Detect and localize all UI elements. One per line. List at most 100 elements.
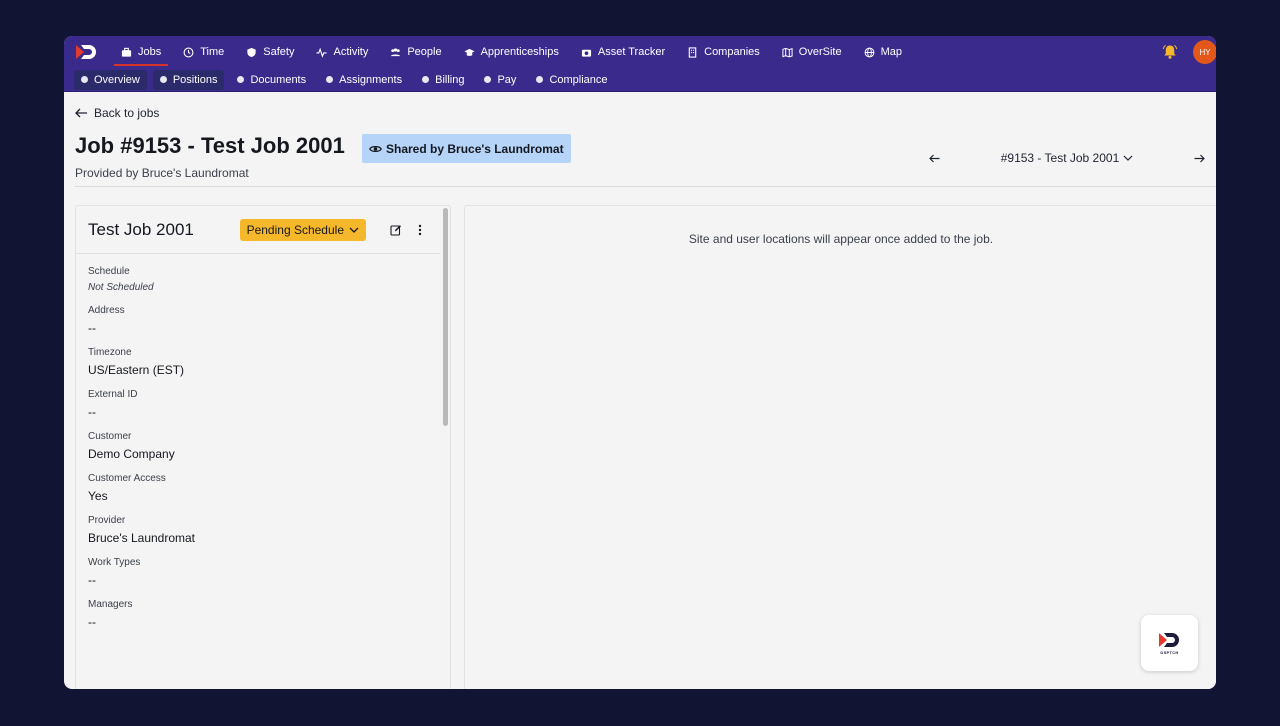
tab-dot-icon bbox=[159, 76, 167, 83]
field-label: Schedule bbox=[88, 266, 130, 277]
tab-overview[interactable]: Overview bbox=[74, 69, 147, 90]
sub-nav: Overview Positions Documents Assignments… bbox=[64, 68, 1216, 92]
nav-label: Companies bbox=[704, 46, 760, 58]
back-label: Back to jobs bbox=[94, 106, 160, 120]
nav-item-activity[interactable]: Activity bbox=[305, 36, 379, 68]
more-options-button[interactable] bbox=[412, 222, 428, 238]
chevron-down-icon bbox=[349, 227, 359, 233]
tab-label: Assignments bbox=[339, 73, 403, 86]
status-label: Pending Schedule bbox=[246, 222, 344, 237]
nav-item-people[interactable]: People bbox=[379, 36, 452, 68]
job-details-panel: Test Job 2001 Pending Schedule Schedule … bbox=[75, 205, 451, 689]
nav-label: OverSite bbox=[798, 46, 842, 58]
field-value: -- bbox=[88, 405, 96, 419]
more-vertical-icon bbox=[418, 224, 422, 235]
nav-right: HY bbox=[1161, 36, 1216, 68]
tab-dot-icon bbox=[536, 76, 544, 83]
nav-label: Time bbox=[200, 46, 225, 58]
tab-billing[interactable]: Billing bbox=[415, 70, 471, 90]
field-label: External ID bbox=[88, 389, 138, 400]
map-empty-message: Site and user locations will appear once… bbox=[688, 232, 994, 246]
building-icon bbox=[688, 46, 697, 58]
field-label: Address bbox=[88, 305, 125, 316]
nav-item-apprenticeships[interactable]: Apprenticeships bbox=[453, 36, 570, 68]
tab-compliance[interactable]: Compliance bbox=[529, 70, 614, 90]
shared-badge: Shared by Bruce's Laundromat bbox=[362, 134, 571, 163]
page-title: Job #9153 - Test Job 2001 bbox=[75, 133, 345, 158]
nav-label: Activity bbox=[333, 46, 369, 58]
shield-icon bbox=[247, 47, 256, 57]
globe-icon bbox=[864, 47, 874, 57]
tab-dot-icon bbox=[484, 76, 492, 83]
tab-dot-icon bbox=[326, 76, 334, 83]
field-label: Customer bbox=[88, 431, 132, 442]
previous-job-button[interactable] bbox=[924, 150, 944, 166]
people-icon bbox=[391, 47, 401, 56]
nav-item-time[interactable]: Time bbox=[172, 36, 235, 68]
field-value: -- bbox=[88, 573, 96, 587]
camera-icon bbox=[581, 49, 591, 57]
tab-label: Documents bbox=[250, 73, 307, 86]
app-logo[interactable] bbox=[64, 36, 110, 68]
arrow-left-icon bbox=[928, 154, 939, 162]
arrow-left-icon bbox=[75, 108, 87, 118]
tab-documents[interactable]: Documents bbox=[230, 70, 313, 90]
tab-dot-icon bbox=[422, 76, 430, 83]
eye-icon bbox=[369, 145, 382, 152]
nav-label: Jobs bbox=[138, 46, 162, 58]
tab-label: Billing bbox=[435, 73, 465, 86]
job-selector-dropdown[interactable]: #9153 - Test Job 2001 bbox=[1001, 151, 1134, 165]
field-label: Work Types bbox=[88, 557, 141, 568]
shared-badge-label: Shared by Bruce's Laundromat bbox=[386, 141, 564, 156]
tab-positions[interactable]: Positions bbox=[152, 69, 225, 90]
panel-scrollbar[interactable] bbox=[443, 208, 448, 426]
field-value: Demo Company bbox=[88, 447, 175, 461]
nav-item-companies[interactable]: Companies bbox=[676, 36, 771, 68]
job-switcher: #9153 - Test Job 2001 bbox=[924, 150, 1210, 166]
tab-dot-icon bbox=[81, 76, 88, 83]
tab-label: Overview bbox=[94, 73, 140, 86]
chevron-down-icon bbox=[1123, 155, 1133, 161]
details-fields: Schedule Not Scheduled Address -- Timezo… bbox=[76, 254, 450, 629]
nav-item-map[interactable]: Map bbox=[853, 36, 913, 68]
user-avatar[interactable]: HY bbox=[1193, 40, 1216, 64]
edit-icon bbox=[390, 224, 401, 236]
field-value: Bruce's Laundromat bbox=[88, 531, 196, 545]
tab-pay[interactable]: Pay bbox=[477, 70, 523, 90]
nav-item-oversite[interactable]: OverSite bbox=[771, 36, 853, 68]
back-to-jobs-link[interactable]: Back to jobs bbox=[75, 106, 159, 120]
nav-label: Map bbox=[880, 46, 902, 58]
nav-item-jobs[interactable]: Jobs bbox=[110, 36, 172, 68]
nav-label: Safety bbox=[263, 46, 295, 58]
chat-launcher-button[interactable]: DSPTCH bbox=[1141, 615, 1198, 671]
nav-item-safety[interactable]: Safety bbox=[235, 36, 305, 68]
app-window: Jobs Time Safety Activity People Apprent… bbox=[64, 36, 1216, 689]
graduation-cap-icon bbox=[464, 48, 475, 56]
field-value: Not Scheduled bbox=[88, 282, 154, 293]
job-selector-label: #9153 - Test Job 2001 bbox=[1000, 151, 1120, 165]
field-label: Provider bbox=[88, 515, 126, 526]
map-panel: Site and user locations will appear once… bbox=[464, 205, 1216, 689]
clock-icon bbox=[183, 47, 194, 57]
field-value: -- bbox=[88, 615, 96, 629]
edit-button[interactable] bbox=[388, 222, 404, 238]
top-nav: Jobs Time Safety Activity People Apprent… bbox=[64, 36, 1216, 68]
dsptch-logo-icon bbox=[1158, 633, 1179, 647]
field-schedule: Schedule Not Scheduled bbox=[88, 266, 438, 293]
tab-dot-icon bbox=[237, 76, 245, 83]
status-dropdown[interactable]: Pending Schedule bbox=[239, 218, 366, 241]
field-label: Customer Access bbox=[88, 473, 166, 484]
chat-launcher-label: DSPTCH bbox=[1160, 650, 1179, 655]
field-managers: Managers -- bbox=[88, 599, 438, 629]
logo-icon bbox=[76, 45, 96, 59]
nav-item-asset-tracker[interactable]: Asset Tracker bbox=[570, 36, 676, 68]
tab-assignments[interactable]: Assignments bbox=[319, 70, 409, 90]
nav-label: Asset Tracker bbox=[597, 46, 666, 58]
activity-icon bbox=[316, 47, 328, 58]
field-timezone: Timezone US/Eastern (EST) bbox=[88, 347, 438, 377]
field-value: US/Eastern (EST) bbox=[88, 363, 185, 377]
panel-title: Test Job 2001 bbox=[88, 219, 194, 239]
next-job-button[interactable] bbox=[1190, 150, 1210, 166]
notification-bell-icon[interactable] bbox=[1161, 43, 1179, 61]
field-customer: Customer Demo Company bbox=[88, 431, 438, 461]
